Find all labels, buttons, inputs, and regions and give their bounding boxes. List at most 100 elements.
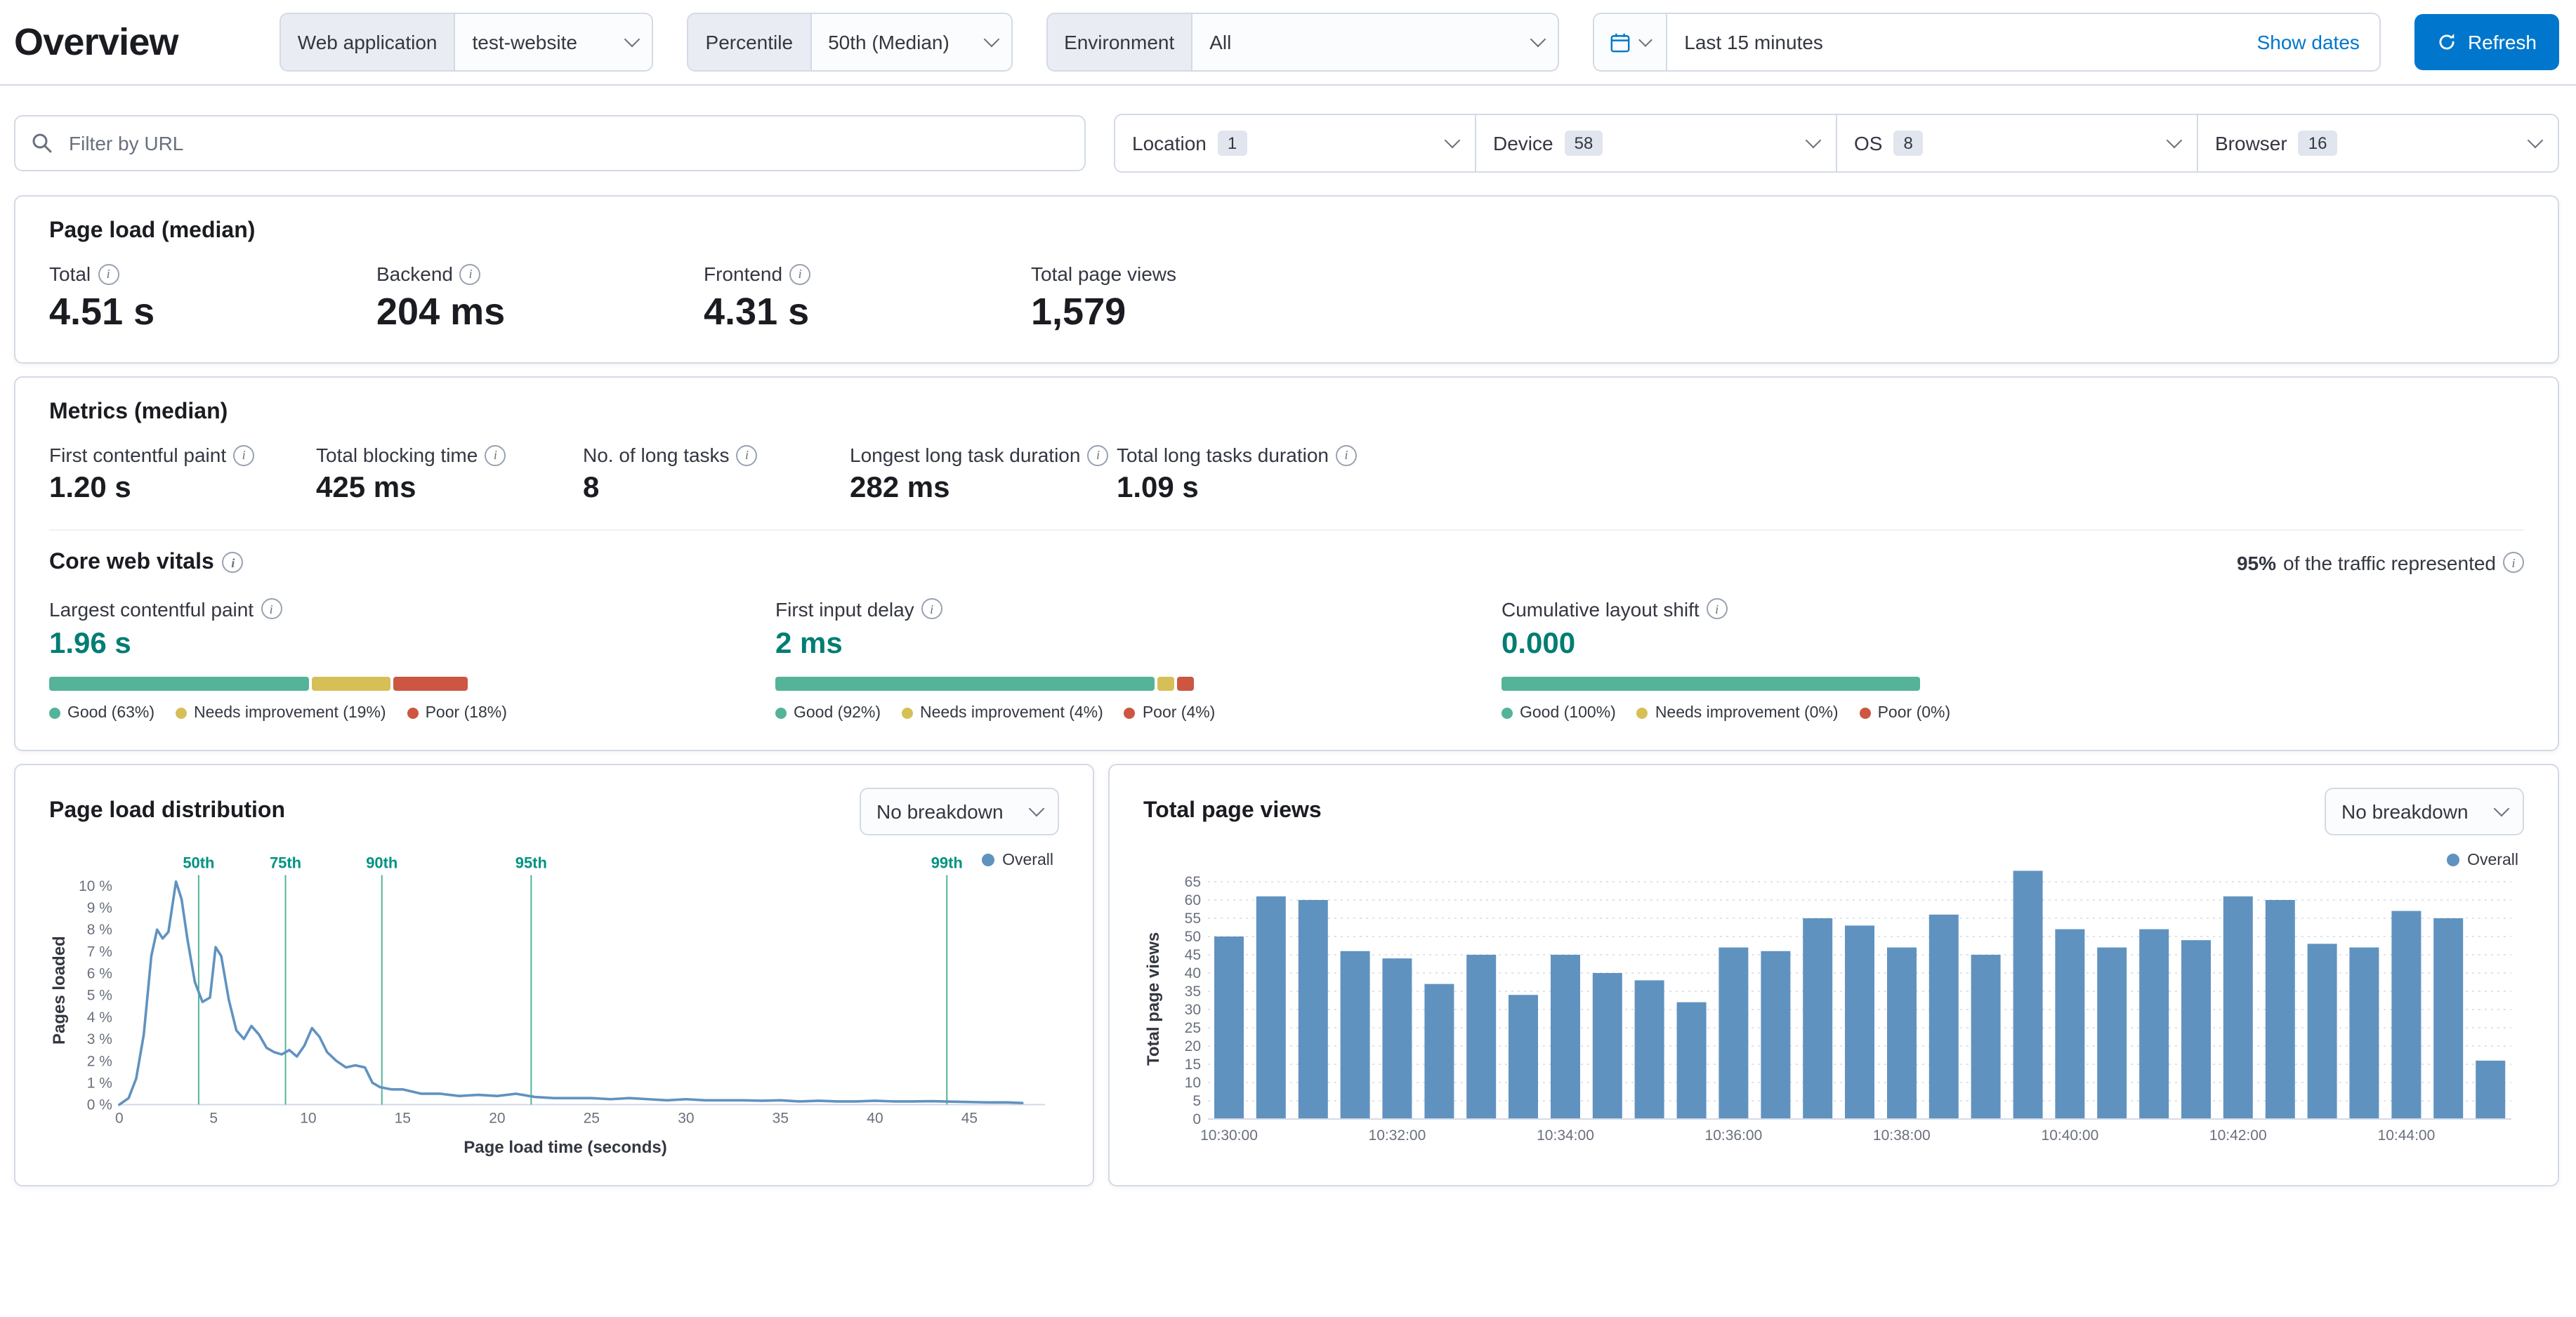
cwv-legend-poor: Poor (0%) (1859, 704, 1950, 721)
show-dates-link[interactable]: Show dates (2237, 31, 2379, 53)
refresh-button[interactable]: Refresh (2414, 14, 2559, 70)
svg-text:30: 30 (678, 1110, 694, 1126)
total-page-views-chart[interactable]: 0 5 10 15 20 25 30 35 40 45 50 55 60 65 10:30:00 10:32:… (1166, 852, 2523, 1144)
chevron-down-icon (2493, 800, 2510, 816)
metric-total-page-views: Total page views 1,579 (1031, 263, 1358, 335)
svg-text:45: 45 (961, 1110, 978, 1126)
svg-text:5: 5 (1192, 1092, 1201, 1108)
svg-text:25: 25 (1185, 1019, 1201, 1035)
svg-text:20: 20 (489, 1110, 505, 1126)
core-web-vitals-title: Core web vitals (49, 550, 244, 575)
info-icon[interactable] (233, 444, 255, 466)
metric-fcp-label: First contentful paint (49, 444, 227, 467)
poor-dot-icon (1124, 707, 1136, 719)
good-dot-icon (49, 707, 60, 719)
svg-text:75th: 75th (270, 854, 301, 871)
metric-total-long-tasks-label: Total long tasks duration (1117, 444, 1329, 467)
environment-select[interactable]: Environment All (1046, 13, 1560, 72)
metric-frontend-value: 4.31 s (704, 291, 810, 333)
info-icon[interactable] (789, 263, 811, 284)
needs-improvement-dot-icon (1636, 707, 1648, 719)
svg-text:7 %: 7 % (87, 944, 112, 960)
metric-long-tasks-label: No. of long tasks (583, 444, 730, 467)
breakdown-select[interactable]: No breakdown (2325, 787, 2524, 835)
cwv-legend-good: Good (100%) (1501, 704, 1616, 721)
svg-text:10:34:00: 10:34:00 (1537, 1127, 1594, 1143)
chart-legend-overall[interactable]: Overall (2446, 852, 2518, 868)
environment-value: All (1209, 31, 1232, 53)
info-icon[interactable] (2503, 552, 2524, 574)
good-dot-icon (1501, 707, 1513, 719)
metric-tbt-value: 425 ms (316, 472, 416, 505)
metric-total-label: Total (49, 263, 91, 285)
x-axis-label: Page load time (seconds) (464, 1137, 667, 1157)
metrics-panel-title: Metrics (median) (49, 400, 228, 425)
os-filter[interactable]: OS 8 (1837, 115, 2198, 171)
browser-filter[interactable]: Browser 16 (2198, 115, 2558, 171)
legend-dot-icon (981, 854, 994, 867)
search-icon (32, 133, 52, 153)
vital-fid: First input delay 2 ms Good (92%) Needs … (775, 597, 1501, 721)
traffic-represented-note: 95% of the traffic represented (2237, 551, 2524, 574)
page-load-distribution-title: Page load distribution (49, 798, 286, 823)
web-application-select[interactable]: Web application test-website (279, 13, 654, 72)
info-icon[interactable] (1706, 598, 1728, 620)
breakdown-select[interactable]: No breakdown (860, 787, 1059, 835)
chart-legend-overall[interactable]: Overall (981, 852, 1053, 868)
info-icon[interactable] (1335, 444, 1357, 466)
vital-cls: Cumulative layout shift 0.000 Good (100%… (1501, 597, 2228, 721)
info-icon[interactable] (921, 598, 942, 620)
location-filter[interactable]: Location 1 (1115, 115, 1476, 171)
svg-text:20: 20 (1185, 1038, 1201, 1054)
svg-text:65: 65 (1185, 873, 1201, 889)
refresh-icon (2439, 34, 2455, 50)
date-quick-select-button[interactable] (1594, 14, 1668, 70)
svg-text:55: 55 (1185, 910, 1201, 926)
page-load-distribution-chart[interactable]: 0 % 1 % 2 % 3 % 4 % 5 % 6 % 7 % 8 % 9 % 10 % 0 5 10 15… (72, 852, 1059, 1127)
info-icon[interactable] (261, 598, 282, 620)
environment-label: Environment (1047, 14, 1193, 70)
svg-text:0 %: 0 % (87, 1097, 112, 1113)
info-icon[interactable] (98, 263, 119, 284)
location-filter-count: 1 (1217, 131, 1247, 156)
chevron-down-icon (983, 31, 999, 48)
info-icon[interactable] (736, 444, 758, 466)
svg-text:45: 45 (1185, 946, 1201, 962)
cwv-bar-segment-needs-improvement (312, 676, 391, 691)
metric-total-long-tasks-value: 1.09 s (1117, 472, 1199, 505)
filter-bar: Location 1 Device 58 OS 8 Browser 16 (0, 86, 2576, 195)
device-filter[interactable]: Device 58 (1476, 115, 1837, 171)
metric-tbt-label: Total blocking time (316, 444, 478, 467)
filter-by-url-input[interactable] (14, 115, 1086, 171)
info-icon[interactable] (485, 444, 506, 466)
svg-text:5 %: 5 % (87, 987, 112, 1003)
info-icon[interactable] (1087, 444, 1109, 466)
svg-text:40: 40 (1185, 965, 1201, 981)
info-icon[interactable] (459, 263, 481, 284)
needs-improvement-dot-icon (902, 707, 914, 719)
metric-total: Total 4.51 s (49, 263, 376, 335)
metric-longest-long-task-value: 282 ms (850, 472, 950, 505)
legend-dot-icon (2446, 854, 2459, 867)
time-range-value[interactable]: Last 15 minutes (1667, 31, 2237, 53)
metric-tbt: Total blocking time 425 ms (316, 444, 583, 506)
svg-text:10:42:00: 10:42:00 (2209, 1127, 2267, 1143)
device-filter-label: Device (1493, 132, 1553, 154)
percentile-select[interactable]: Percentile 50th (Median) (687, 13, 1013, 72)
svg-text:40: 40 (867, 1110, 883, 1126)
svg-text:0: 0 (1192, 1111, 1201, 1127)
metric-long-tasks-value: 8 (583, 472, 600, 505)
vital-cls-label: Cumulative layout shift (1501, 597, 1700, 621)
svg-text:50: 50 (1185, 928, 1201, 944)
y-axis-label: Total page views (1143, 931, 1163, 1065)
chevron-down-icon (1530, 31, 1546, 48)
chevron-down-icon (2527, 132, 2544, 149)
calendar-icon (1610, 32, 1630, 52)
total-page-views-title: Total page views (1143, 798, 1322, 823)
percentile-value: 50th (Median) (828, 31, 949, 53)
metric-total-page-views-value: 1,579 (1031, 291, 1126, 333)
info-icon[interactable] (222, 552, 244, 574)
metric-frontend: Frontend 4.31 s (704, 263, 1031, 335)
good-dot-icon (775, 707, 787, 719)
svg-text:10: 10 (1185, 1074, 1201, 1090)
